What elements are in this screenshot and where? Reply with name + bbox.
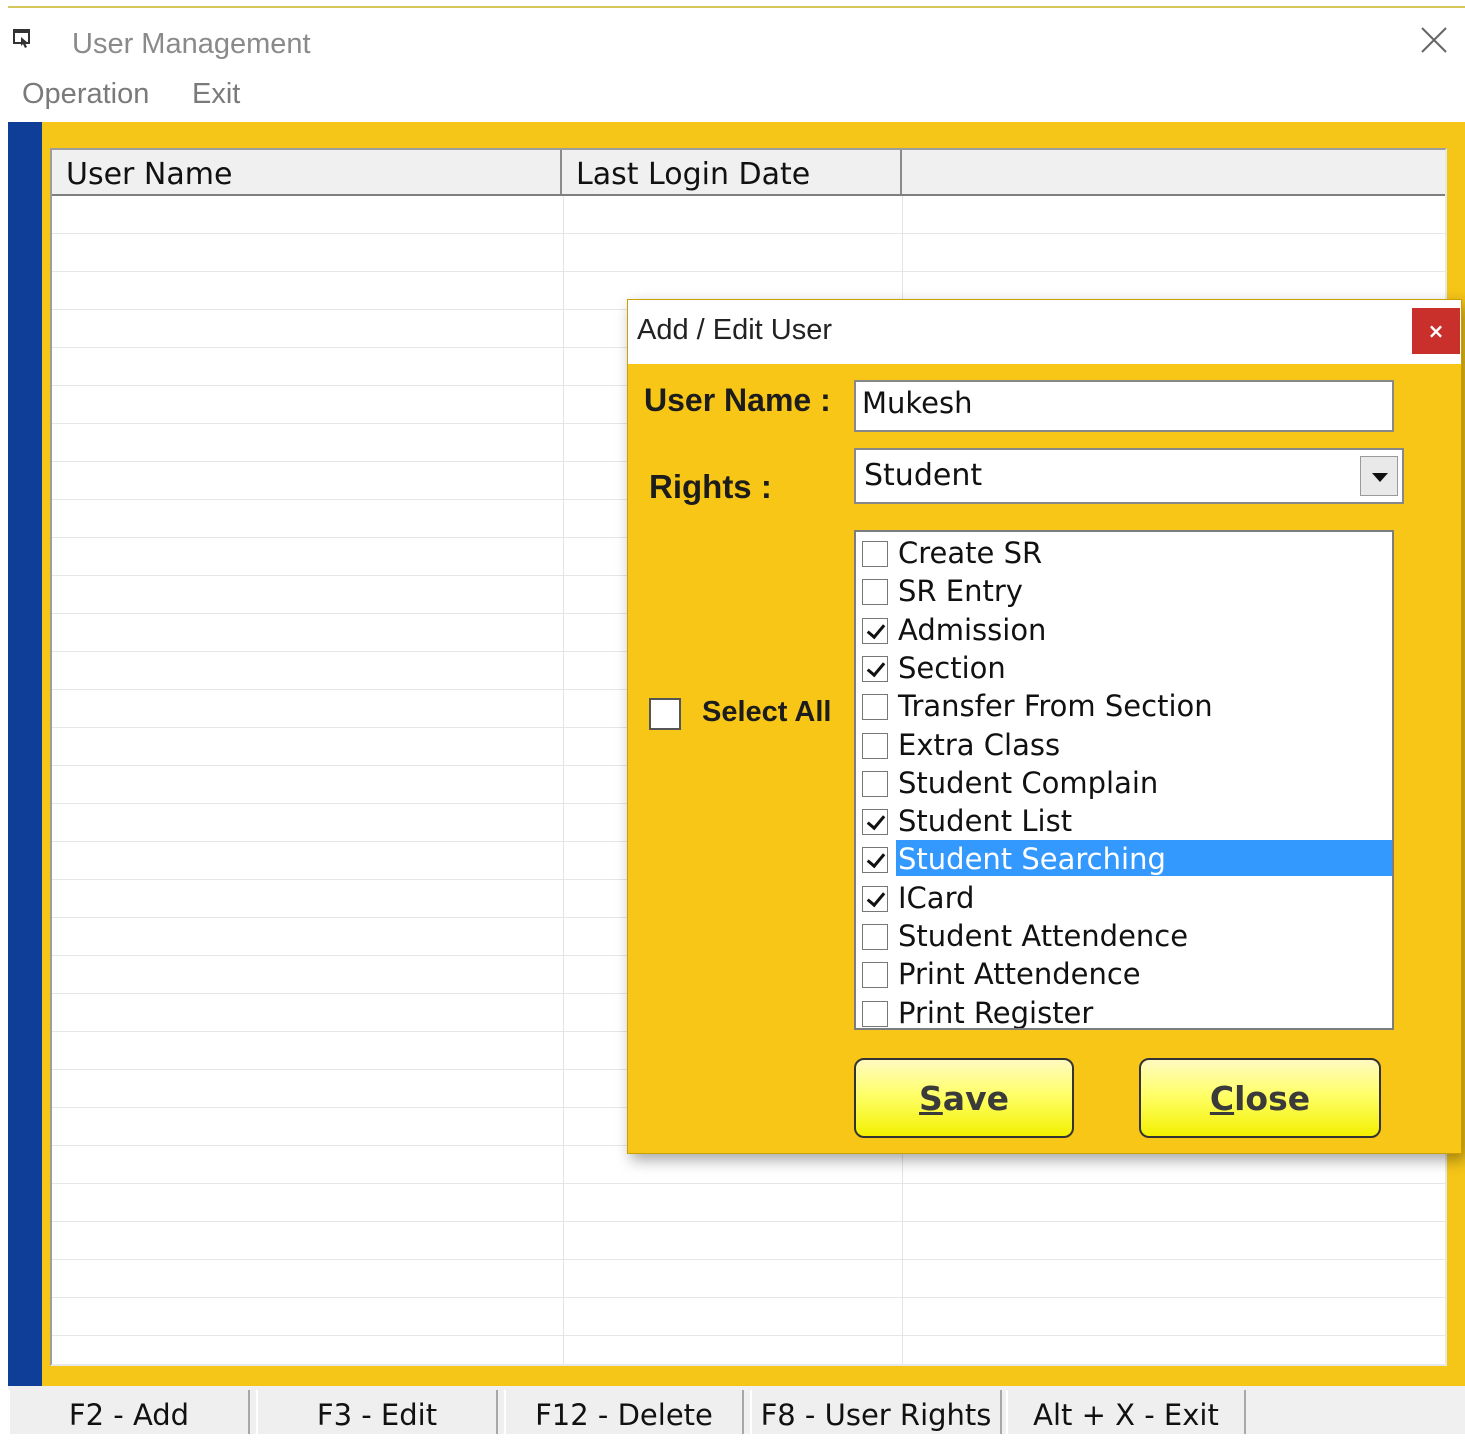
user-name-label: User Name : — [644, 382, 831, 418]
close-accel: C — [1209, 1079, 1235, 1118]
rights-item-checkbox[interactable] — [862, 924, 888, 950]
column-header-last-login-date[interactable]: Last Login Date — [562, 150, 902, 194]
save-button[interactable]: Save — [854, 1058, 1074, 1138]
rights-item-label: SR Entry — [898, 574, 1023, 609]
rights-item-label: Student List — [898, 804, 1073, 839]
rights-item-label: Student Complain — [898, 765, 1159, 800]
rights-item-label: Student Searching — [896, 840, 1392, 877]
key-edit[interactable]: F3 - Edit — [256, 1390, 498, 1434]
rights-dropdown[interactable]: Student — [854, 448, 1404, 504]
rights-item-checkbox[interactable] — [862, 732, 888, 759]
save-accel: S — [919, 1079, 943, 1118]
rights-item-checkbox[interactable] — [862, 770, 888, 797]
key-exit[interactable]: Alt + X - Exit — [1006, 1390, 1246, 1434]
rights-item-label: Transfer From Section — [898, 689, 1213, 724]
grid-column-divider — [563, 196, 564, 1364]
window-close-icon[interactable] — [1414, 20, 1454, 60]
rights-item-checkbox[interactable] — [862, 579, 888, 606]
rights-list-item[interactable]: Student Complain — [856, 764, 1392, 802]
rights-item-label: Extra Class — [898, 727, 1061, 762]
rights-list-item[interactable]: ICard — [856, 879, 1392, 917]
column-header-user-name[interactable]: User Name — [52, 150, 562, 194]
app-window-icon — [13, 29, 30, 48]
rights-item-checkbox[interactable] — [862, 885, 888, 912]
rights-list-item[interactable]: SR Entry — [856, 572, 1392, 610]
close-label: lose — [1234, 1079, 1311, 1118]
rights-list-item[interactable]: Create SR — [856, 534, 1392, 572]
grid-header: User Name Last Login Date — [52, 150, 1445, 196]
function-key-bar: F2 - Add F3 - Edit F12 - Delete F8 - Use… — [8, 1386, 1465, 1434]
dialog-titlebar: Add / Edit User × — [628, 300, 1461, 364]
rights-item-checkbox[interactable] — [862, 962, 888, 989]
left-accent-bar — [8, 122, 42, 1386]
key-delete[interactable]: F12 - Delete — [504, 1390, 744, 1434]
rights-item-label: Create SR — [898, 536, 1043, 570]
rights-list-item[interactable]: Student List — [856, 802, 1392, 840]
dialog-title: Add / Edit User — [637, 314, 833, 346]
rights-item-checkbox[interactable] — [862, 541, 888, 567]
dropdown-arrow-icon[interactable] — [1360, 456, 1398, 496]
window-title: User Management — [72, 28, 311, 60]
rights-dropdown-value: Student — [864, 458, 983, 493]
user-name-input[interactable]: Mukesh — [854, 380, 1394, 432]
close-button[interactable]: Close — [1139, 1058, 1381, 1138]
window-titlebar: User Management — [8, 8, 1465, 66]
rights-list-item[interactable]: Student Searching — [856, 840, 1392, 878]
rights-item-checkbox[interactable] — [862, 809, 888, 836]
rights-item-label: Admission — [898, 612, 1047, 647]
rights-item-checkbox[interactable] — [862, 694, 888, 721]
menu-bar: Operation Exit — [8, 66, 1465, 122]
save-label: ave — [942, 1079, 1009, 1118]
rights-item-label: ICard — [898, 880, 975, 915]
select-all-checkbox[interactable] — [649, 698, 681, 730]
rights-list-item[interactable]: Print Register — [856, 994, 1392, 1030]
rights-list-item[interactable]: Extra Class — [856, 726, 1392, 764]
rights-item-label: Student Attendence — [898, 919, 1189, 953]
rights-list-item[interactable]: Transfer From Section — [856, 687, 1392, 725]
rights-item-checkbox[interactable] — [862, 655, 888, 682]
rights-label: Rights : — [649, 468, 772, 505]
key-add[interactable]: F2 - Add — [8, 1390, 250, 1434]
column-header-empty[interactable] — [902, 150, 1445, 194]
rights-list-item[interactable]: Print Attendence — [856, 955, 1392, 993]
rights-item-checkbox[interactable] — [862, 847, 888, 874]
menu-exit[interactable]: Exit — [192, 78, 240, 111]
select-all-label: Select All — [702, 696, 832, 728]
rights-item-checkbox[interactable] — [862, 1000, 888, 1027]
rights-item-label: Section — [898, 650, 1006, 685]
dialog-close-icon[interactable]: × — [1412, 308, 1460, 354]
rights-item-checkbox[interactable] — [862, 617, 888, 644]
add-edit-user-dialog: Add / Edit User × User Name : Mukesh Rig… — [627, 299, 1462, 1154]
rights-list-item[interactable]: Admission — [856, 611, 1392, 649]
rights-item-label: Print Register — [898, 995, 1094, 1030]
rights-list-item[interactable]: Section — [856, 649, 1392, 687]
rights-list-item[interactable]: Student Attendence — [856, 917, 1392, 955]
rights-checklist[interactable]: Create SR SR Entry Admission Section Transfe… — [854, 530, 1394, 1030]
rights-item-label: Print Attendence — [898, 957, 1141, 992]
key-user-rights[interactable]: F8 - User Rights — [750, 1390, 1002, 1434]
menu-operation[interactable]: Operation — [22, 78, 149, 111]
